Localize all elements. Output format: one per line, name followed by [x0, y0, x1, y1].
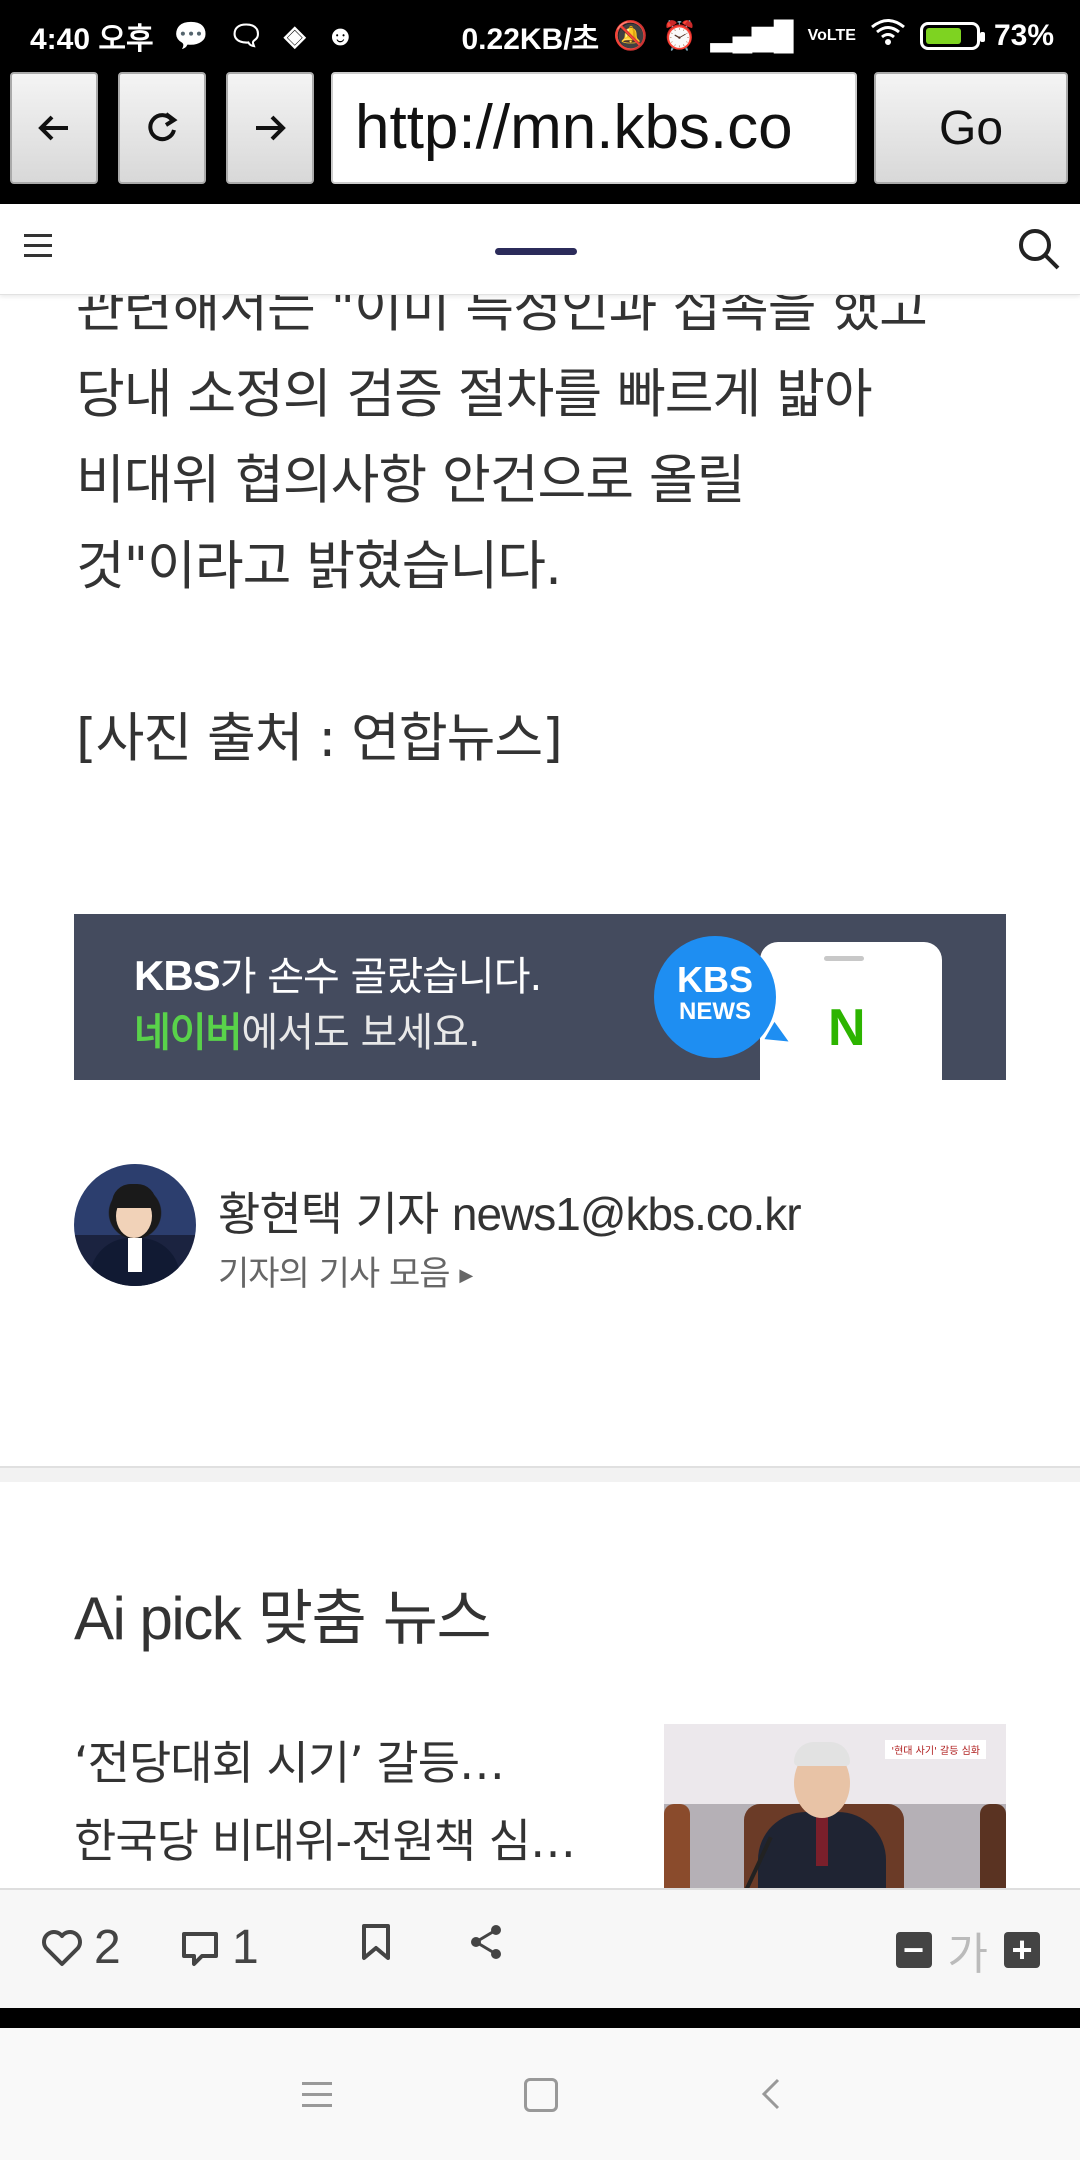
- font-size-label: 가: [947, 1929, 988, 1980]
- reload-icon: [148, 112, 178, 142]
- share-icon: [471, 1925, 501, 1959]
- bookmark-icon: [362, 1924, 390, 1960]
- reporter-articles-link-text: 기자의 기사 모음: [218, 1254, 451, 1294]
- header-indicator: [495, 248, 577, 255]
- battery-percent: 73%: [993, 19, 1054, 52]
- paragraph-line: 당내 소정의 검증 절차를 빠르게 밟아: [76, 364, 873, 425]
- system-navigation-bar: [0, 2028, 1080, 2160]
- search-icon[interactable]: [1016, 226, 1062, 272]
- bookmark-button[interactable]: [354, 1920, 398, 1964]
- volte-icon: VoLTE: [807, 27, 856, 44]
- cat-icon: ☻: [325, 20, 356, 51]
- news-item-title-line: ‘전당대회 시기’ 갈등…: [74, 1736, 505, 1790]
- banner-line-1-text: 가 손수 골랐습니다.: [219, 954, 543, 1000]
- news-item-title-line: 한국당 비대위-전원책 심…: [74, 1814, 576, 1868]
- news-item-title: ‘전당대회 시기’ 갈등… 한국당 비대위-전원책 심…: [74, 1724, 634, 1880]
- status-bar: 4:40 오후 💬 🗨 ◈ ☻ 0.22KB/초 🔕 ⏰ ▂▄▆█ VoLTE …: [0, 0, 1080, 64]
- mute-icon: 🔕: [613, 20, 649, 51]
- battery-charging-icon: [919, 22, 985, 50]
- kbs-news-logo-icon: KBS NEWS: [654, 936, 776, 1058]
- font-size-control: − 가 +: [895, 1918, 1040, 1982]
- site-header: [0, 204, 1080, 295]
- browser-toolbar: http://mn.kbs.co Go: [0, 64, 1080, 204]
- news-list-item[interactable]: ‘전당대회 시기’ 갈등… 한국당 비대위-전원책 심… '현대 사기' 갈등 …: [74, 1724, 1006, 1894]
- ai-pick-title: Ai pick 맞춤 뉴스: [74, 1570, 492, 1657]
- font-decrease-button[interactable]: −: [895, 1932, 932, 1968]
- reporter-email[interactable]: news1@kbs.co.kr: [452, 1188, 802, 1240]
- status-time: 4:40 오후: [30, 23, 154, 56]
- article-action-bar: 2 1 − 가 +: [0, 1888, 1080, 2008]
- banner-brand-naver: 네이버: [134, 1010, 242, 1056]
- chat-icon: 🗨: [228, 20, 265, 51]
- ai-pick-title-ko: 맞춤 뉴스: [240, 1584, 492, 1654]
- forward-button[interactable]: [226, 72, 314, 184]
- reporter-name-text: 황현택 기자: [218, 1187, 439, 1241]
- home-icon[interactable]: [524, 2078, 558, 2112]
- caret-right-icon: ▶: [459, 1265, 473, 1286]
- arrow-left-icon: [38, 115, 68, 141]
- message-bubble-icon: 💬: [173, 20, 209, 51]
- paragraph-line: 관련해서는 "이미 특정인과 접촉을 했고: [76, 294, 928, 339]
- app-icon: ◈: [284, 20, 306, 51]
- go-button[interactable]: Go: [874, 72, 1068, 184]
- comment-icon: [182, 1931, 218, 1966]
- banner-line-1: KBS가 손수 골랐습니다.: [134, 944, 543, 1002]
- banner-brand-kbs: KBS: [134, 952, 221, 999]
- like-button[interactable]: 2: [40, 1920, 121, 1975]
- naver-logo-icon: N: [828, 999, 866, 1057]
- arrow-right-icon: [256, 115, 286, 141]
- like-count: 2: [94, 1921, 121, 1974]
- reporter-card: 황현택 기자 news1@kbs.co.kr 기자의 기사 모음 ▶: [74, 1164, 1034, 1294]
- photo-caption: [사진 출처 : 연합뉴스]: [76, 708, 563, 769]
- url-input[interactable]: http://mn.kbs.co: [331, 72, 857, 184]
- share-button[interactable]: [464, 1920, 508, 1964]
- recent-apps-icon[interactable]: [302, 2082, 332, 2115]
- article-paragraph: 관련해서는 "이미 특정인과 접촉을 했고 당내 소정의 검증 절차를 빠르게 …: [76, 294, 1036, 610]
- section-divider: [0, 1466, 1080, 1482]
- back-nav-icon[interactable]: [752, 2072, 792, 2116]
- screen-divider: [0, 2006, 1080, 2028]
- banner-line-2-text: 에서도 보세요.: [241, 1010, 480, 1056]
- phone-graphic: N: [760, 942, 942, 1080]
- alarm-icon: ⏰: [662, 20, 697, 51]
- back-button[interactable]: [10, 72, 98, 184]
- comment-button[interactable]: 1: [178, 1920, 259, 1975]
- reporter-articles-link[interactable]: 기자의 기사 모음 ▶: [218, 1246, 473, 1295]
- paragraph-line: 비대위 협의사항 안건으로 올릴: [76, 450, 745, 511]
- font-increase-button[interactable]: +: [1004, 1932, 1040, 1968]
- reload-button[interactable]: [118, 72, 206, 184]
- ai-pick-title-en: Ai pick: [74, 1585, 242, 1652]
- reporter-avatar: [74, 1164, 196, 1286]
- paragraph-line: 것"이라고 밝혔습니다.: [76, 536, 562, 597]
- heart-icon: [42, 1929, 82, 1966]
- menu-icon[interactable]: [24, 234, 52, 264]
- signal-icon: ▂▄▆█: [710, 20, 794, 51]
- comment-count: 1: [232, 1921, 259, 1974]
- reporter-name: 황현택 기자 news1@kbs.co.kr: [218, 1178, 802, 1244]
- net-speed: 0.22KB/초: [461, 23, 600, 56]
- thumbnail-caption: '현대 사기' 갈등 심화: [885, 1740, 986, 1759]
- news-item-thumbnail: '현대 사기' 갈등 심화: [664, 1724, 1006, 1894]
- article-content: 관련해서는 "이미 특정인과 접촉을 했고 당내 소정의 검증 절차를 빠르게 …: [0, 294, 1080, 1894]
- naver-promo-banner[interactable]: KBS가 손수 골랐습니다. 네이버에서도 보세요. N KBS NEWS: [74, 914, 1006, 1080]
- banner-line-2: 네이버에서도 보세요.: [134, 1000, 481, 1058]
- wifi-icon: [870, 18, 906, 54]
